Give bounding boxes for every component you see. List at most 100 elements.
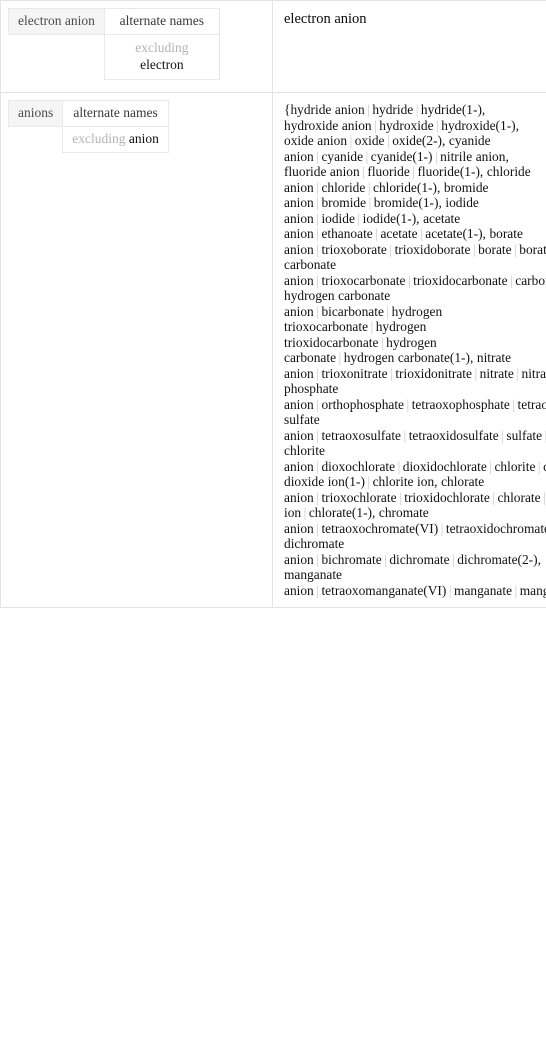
pod-subject-electron-anion[interactable]: electron anion	[8, 8, 105, 35]
set-item: trioxidoborate	[394, 241, 471, 257]
query-pod-1: electron anion alternate names excluding…	[8, 8, 220, 80]
set-item: trioxidocarbonate	[413, 272, 508, 288]
set-item: cyanide(1-)	[370, 148, 433, 164]
pod-qualifier-prefix-1: excluding	[135, 40, 189, 55]
pod-property-alternate-names-1[interactable]: alternate names	[103, 8, 220, 35]
set-separator: |	[512, 396, 516, 412]
set-item: carbonate	[515, 272, 546, 288]
set-item: bicarbonate	[321, 303, 384, 319]
set-item: manganate	[454, 582, 513, 598]
pod-qualifier-excluding-anion[interactable]: excluding anion	[62, 126, 169, 153]
set-separator: |	[406, 396, 410, 412]
set-separator: |	[397, 458, 401, 474]
set-separator: |	[303, 505, 307, 521]
set-item: trioxochlorate	[321, 489, 397, 505]
set-separator: |	[367, 179, 371, 195]
set-item: nitrate	[479, 365, 514, 381]
set-item: dioxidochlorate	[402, 458, 487, 474]
pod-row-qualifier-1: excluding electron	[9, 34, 220, 80]
set-separator: |	[368, 195, 372, 211]
set-item: dichromate	[389, 551, 450, 567]
set-item: tetraoxidochromate(VI)	[445, 520, 546, 536]
set-item: trioxidochlorate	[404, 489, 490, 505]
set-item: hydride anion	[290, 102, 365, 117]
set-item: chloride(1-),	[373, 179, 441, 195]
set-item: borate	[478, 241, 512, 257]
set-item: fluoride	[367, 164, 410, 180]
set-item: hydride	[372, 102, 414, 117]
set-item: hydroxide	[379, 117, 434, 133]
results-table: electron anion alternate names excluding…	[0, 0, 546, 608]
set-separator: |	[474, 365, 478, 381]
result-pane-1: electron anion	[273, 1, 546, 36]
pod-row-qualifier-2: excluding anion	[9, 126, 169, 153]
set-separator: |	[403, 427, 407, 443]
set-item: oxide(2-),	[392, 133, 446, 149]
result-pane-cell-1: electron anion	[272, 0, 546, 93]
pod-qualifier-excluding-electron[interactable]: excluding electron	[103, 34, 220, 80]
pod-spacer-1	[9, 35, 105, 80]
set-item: nitrile anion,	[440, 148, 509, 164]
set-separator: |	[472, 241, 476, 257]
set-item: dichromate(2-),	[457, 551, 541, 567]
set-item: tetraoxidophosphate	[517, 396, 546, 412]
set-item: fluoride anion	[284, 164, 360, 180]
set-item: chlorite ion,	[372, 474, 438, 490]
set-item: bromide(1-),	[373, 195, 442, 211]
set-item: chlorate(1-),	[308, 505, 376, 521]
set-item: iodide(1-),	[362, 210, 420, 226]
query-pod-2: anions alternate names excluding anion	[7, 100, 169, 153]
query-pod-wrapper-1: electron anion alternate names excluding…	[1, 1, 272, 92]
set-separator: |	[386, 303, 390, 319]
pod-property-alternate-names-2[interactable]: alternate names	[62, 100, 169, 127]
result-row-anions: anions alternate names excluding anion {…	[0, 92, 546, 608]
set-separator: |	[415, 102, 419, 117]
pod-row-primary-2: anions alternate names	[7, 100, 169, 127]
set-item: manganate(2-)	[519, 582, 546, 598]
set-item: tetraoxomanganate(VI)	[321, 582, 447, 598]
set-item: sulfate	[506, 427, 543, 443]
set-item: tetraoxochromate(VI)	[321, 520, 439, 536]
pod-spacer-2	[9, 127, 63, 153]
set-item: dioxochlorate	[321, 458, 396, 474]
set-separator: |	[370, 319, 374, 335]
set-separator: |	[365, 148, 369, 164]
set-item: trioxocarbonate	[321, 272, 406, 288]
set-separator: |	[357, 210, 361, 226]
set-separator: |	[537, 458, 541, 474]
set-separator: |	[380, 334, 384, 350]
set-item: oxide anion	[284, 133, 348, 149]
set-separator: |	[367, 474, 371, 490]
set-separator: |	[349, 133, 353, 149]
set-separator: |	[514, 582, 518, 598]
set-separator: |	[389, 241, 393, 257]
set-item: tetraoxidosulfate	[408, 427, 499, 443]
set-separator: |	[440, 520, 444, 536]
result-pane-2: {hydride anion | hydride | hydride(1-), hydr…	[273, 93, 546, 607]
set-item: bichromate	[321, 551, 382, 567]
set-separator: |	[516, 365, 520, 381]
set-item: fluoride(1-),	[417, 164, 484, 180]
result-row-electron-anion: electron anion alternate names excluding…	[0, 0, 546, 93]
set-item: orthophosphate	[321, 396, 404, 412]
set-item: chlorite	[494, 458, 536, 474]
set-item: chlorate	[497, 489, 541, 505]
query-pod-wrapper-2: anions alternate names excluding anion	[1, 93, 272, 165]
result-pane-cell-2: {hydride anion | hydride | hydride(1-), hydr…	[272, 92, 546, 608]
result-title-electron-anion: electron anion	[284, 11, 367, 27]
pod-qualifier-term-2: anion	[128, 131, 159, 146]
pod-qualifier-prefix-2: excluding	[72, 131, 126, 146]
pod-subject-anions[interactable]: anions	[7, 100, 64, 127]
set-separator: |	[543, 489, 546, 505]
set-item: iodide	[321, 210, 355, 226]
set-item: borate(3-),	[519, 241, 546, 257]
set-item: hydride(1-),	[420, 102, 486, 117]
set-separator: |	[407, 272, 411, 288]
set-item: acetate	[380, 226, 418, 242]
set-item: cyanide	[321, 148, 364, 164]
set-item: tetraoxosulfate	[321, 427, 402, 443]
pod-qualifier-term-1: electron	[140, 57, 184, 72]
set-item: trioxoborate	[321, 241, 387, 257]
set-separator: |	[448, 582, 452, 598]
set-item: hydroxide anion	[284, 117, 372, 133]
